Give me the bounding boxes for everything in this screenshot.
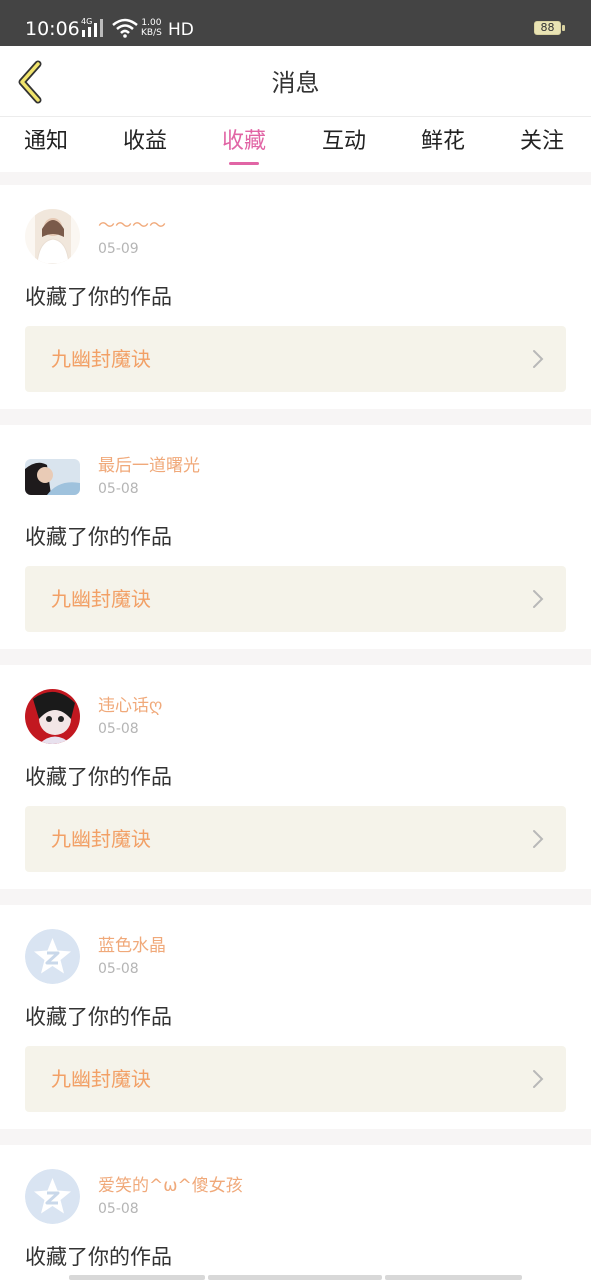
work-link[interactable]: 九幽封魔诀 xyxy=(25,326,566,392)
chevron-right-icon xyxy=(533,350,544,368)
tab-flowers[interactable]: 鲜花 xyxy=(421,127,465,167)
gesture-bar xyxy=(69,1275,205,1280)
message-date: 05-09 xyxy=(98,241,139,257)
chevron-right-icon xyxy=(533,590,544,608)
list-item: 蓝色水晶 05-08 收藏了你的作品 九幽封魔诀 xyxy=(0,905,591,1129)
work-link[interactable]: 九幽封魔诀 xyxy=(25,806,566,872)
tab-notifications[interactable]: 通知 xyxy=(24,127,68,167)
username[interactable]: 最后一道曙光 xyxy=(98,455,200,477)
message-date: 05-08 xyxy=(98,481,139,497)
action-text: 收藏了你的作品 xyxy=(25,525,172,549)
list-item: ～～～～ 05-09 收藏了你的作品 九幽封魔诀 xyxy=(0,185,591,409)
page-title: 消息 xyxy=(271,69,320,97)
list-item: 爱笑的^ω^傻女孩 05-08 收藏了你的作品 xyxy=(0,1145,591,1285)
action-text: 收藏了你的作品 xyxy=(25,1245,172,1269)
work-link[interactable]: 九幽封魔诀 xyxy=(25,1046,566,1112)
default-avatar-icon[interactable] xyxy=(25,929,80,984)
username[interactable]: ～～～～ xyxy=(98,215,166,237)
username[interactable]: 违心话ღ xyxy=(98,695,162,717)
list-item: 违心话ღ 05-08 收藏了你的作品 九幽封魔诀 xyxy=(0,665,591,889)
action-text: 收藏了你的作品 xyxy=(25,1005,172,1029)
battery-icon: 88 xyxy=(534,21,565,35)
header-bar: 消息 xyxy=(0,46,591,117)
work-title: 九幽封魔诀 xyxy=(51,1067,151,1091)
tab-favorites[interactable]: 收藏 xyxy=(222,127,266,167)
message-date: 05-08 xyxy=(98,1201,139,1217)
message-date: 05-08 xyxy=(98,721,139,737)
wifi-icon xyxy=(112,18,138,38)
tab-bar: 通知 收益 收藏 互动 鲜花 关注 xyxy=(0,117,591,172)
work-title: 九幽封魔诀 xyxy=(51,347,151,371)
tab-following[interactable]: 关注 xyxy=(520,127,564,167)
work-title: 九幽封魔诀 xyxy=(51,587,151,611)
hd-indicator: HD xyxy=(168,20,194,40)
list-item: 最后一道曙光 05-08 收藏了你的作品 九幽封魔诀 xyxy=(0,425,591,649)
gesture-bar xyxy=(208,1275,382,1280)
action-text: 收藏了你的作品 xyxy=(25,285,172,309)
message-date: 05-08 xyxy=(98,961,139,977)
work-link[interactable]: 九幽封魔诀 xyxy=(25,566,566,632)
username[interactable]: 蓝色水晶 xyxy=(98,935,166,957)
tab-interactions[interactable]: 互动 xyxy=(322,127,366,167)
username[interactable]: 爱笑的^ω^傻女孩 xyxy=(98,1175,243,1197)
tab-earnings[interactable]: 收益 xyxy=(123,127,167,167)
chevron-right-icon xyxy=(533,1070,544,1088)
avatar[interactable] xyxy=(25,459,80,495)
avatar[interactable] xyxy=(25,689,80,744)
default-avatar-icon[interactable] xyxy=(25,1169,80,1224)
chevron-right-icon xyxy=(533,830,544,848)
status-bar: 10:06 4G 1.00 KB/S HD 88 xyxy=(0,0,591,46)
gesture-bar xyxy=(385,1275,522,1280)
avatar[interactable] xyxy=(25,209,80,264)
work-title: 九幽封魔诀 xyxy=(51,827,151,851)
signal-icon xyxy=(82,19,103,37)
network-speed: 1.00 KB/S xyxy=(141,18,162,38)
status-time: 10:06 xyxy=(25,18,80,40)
action-text: 收藏了你的作品 xyxy=(25,765,172,789)
